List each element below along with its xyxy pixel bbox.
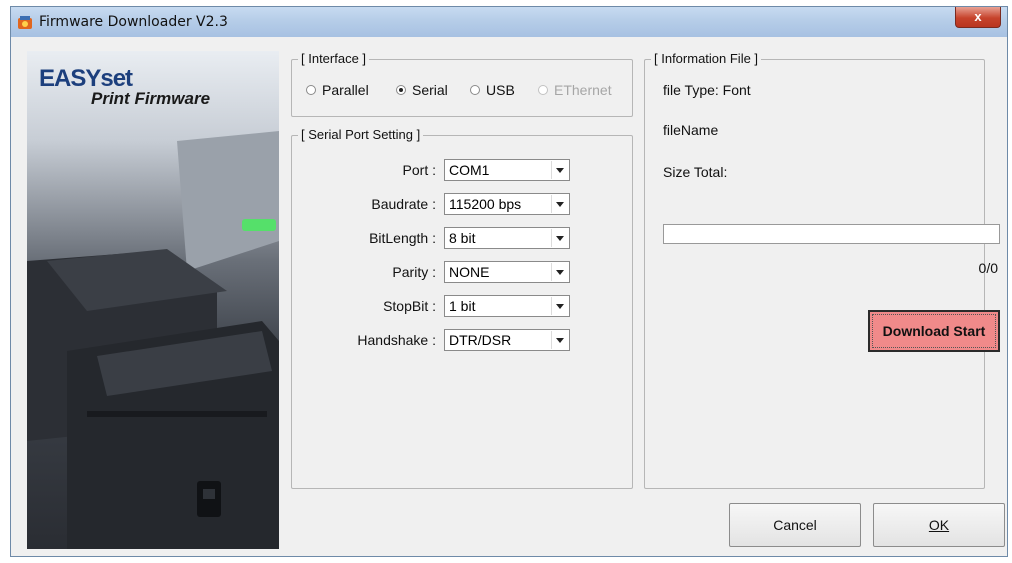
progress-count-text: 0/0: [978, 260, 998, 276]
handshake-select[interactable]: DTR/DSR: [444, 329, 570, 351]
baudrate-value: 115200 bps: [449, 196, 522, 212]
radio-usb-circle: [470, 85, 480, 95]
radio-parallel-label: Parallel: [322, 82, 369, 98]
ok-button-label: OK: [928, 517, 950, 533]
printer-illustration: [27, 131, 279, 549]
dialog-body: EASYset Print Firmware [ Interface ] Par…: [11, 37, 1007, 556]
download-start-button[interactable]: Download Start: [868, 310, 1000, 352]
ok-button[interactable]: OK: [873, 503, 1005, 547]
port-value: COM1: [449, 162, 490, 178]
radio-parallel[interactable]: Parallel: [306, 82, 369, 98]
stopbit-label: StopBit :: [383, 298, 436, 314]
file-name-text: fileName: [663, 122, 719, 138]
download-progress-bar: [663, 224, 1000, 244]
app-icon: [18, 16, 32, 29]
stopbit-select[interactable]: 1 bit: [444, 295, 570, 317]
bitlength-select[interactable]: 8 bit: [444, 227, 570, 249]
size-total-text: Size Total:: [663, 164, 728, 180]
serial-port-legend: [ Serial Port Setting ]: [298, 127, 424, 142]
firmware-downloader-window: Firmware Downloader V2.3 x EASYset Print…: [10, 6, 1008, 557]
bitlength-label: BitLength :: [369, 230, 436, 246]
close-button[interactable]: x: [955, 7, 1001, 28]
parity-value: NONE: [449, 264, 490, 280]
handshake-value: DTR/DSR: [449, 332, 512, 348]
radio-serial-circle: [396, 85, 406, 95]
radio-ethernet[interactable]: EThernet: [538, 82, 612, 98]
information-file-group: [ Information File ] file Type: Font fil…: [644, 51, 1000, 489]
radio-ethernet-circle: [538, 85, 548, 95]
radio-parallel-circle: [306, 85, 316, 95]
serial-port-group: [ Serial Port Setting ] Port : COM1 Baud…: [291, 127, 633, 489]
file-type-text: file Type: Font: [663, 82, 751, 98]
interface-legend: [ Interface ]: [298, 51, 370, 66]
radio-serial-label: Serial: [412, 82, 448, 98]
port-label: Port :: [402, 162, 436, 178]
port-select[interactable]: COM1: [444, 159, 570, 181]
title-bar[interactable]: Firmware Downloader V2.3 x: [11, 7, 1007, 37]
chevron-down-icon[interactable]: [551, 297, 568, 315]
radio-usb[interactable]: USB: [470, 82, 515, 98]
baudrate-label: Baudrate :: [371, 196, 436, 212]
stopbit-value: 1 bit: [449, 298, 476, 314]
window-title: Firmware Downloader V2.3: [39, 14, 228, 30]
handshake-label: Handshake :: [357, 332, 436, 348]
chevron-down-icon[interactable]: [551, 229, 568, 247]
product-image-panel: EASYset Print Firmware: [27, 51, 279, 549]
logo: EASYset Print Firmware: [39, 65, 210, 109]
baudrate-select[interactable]: 115200 bps: [444, 193, 570, 215]
radio-usb-label: USB: [486, 82, 515, 98]
parity-select[interactable]: NONE: [444, 261, 570, 283]
information-file-legend: [ Information File ]: [651, 51, 762, 66]
cancel-button[interactable]: Cancel: [729, 503, 861, 547]
chevron-down-icon[interactable]: [551, 263, 568, 281]
bitlength-value: 8 bit: [449, 230, 476, 246]
chevron-down-icon[interactable]: [551, 195, 568, 213]
radio-serial[interactable]: Serial: [396, 82, 448, 98]
chevron-down-icon[interactable]: [551, 331, 568, 349]
interface-group: [ Interface ] Parallel Serial USB EThern…: [291, 51, 633, 117]
parity-label: Parity :: [392, 264, 436, 280]
logo-sub-text: Print Firmware: [91, 89, 211, 108]
chevron-down-icon[interactable]: [551, 161, 568, 179]
radio-ethernet-label: EThernet: [554, 82, 612, 98]
